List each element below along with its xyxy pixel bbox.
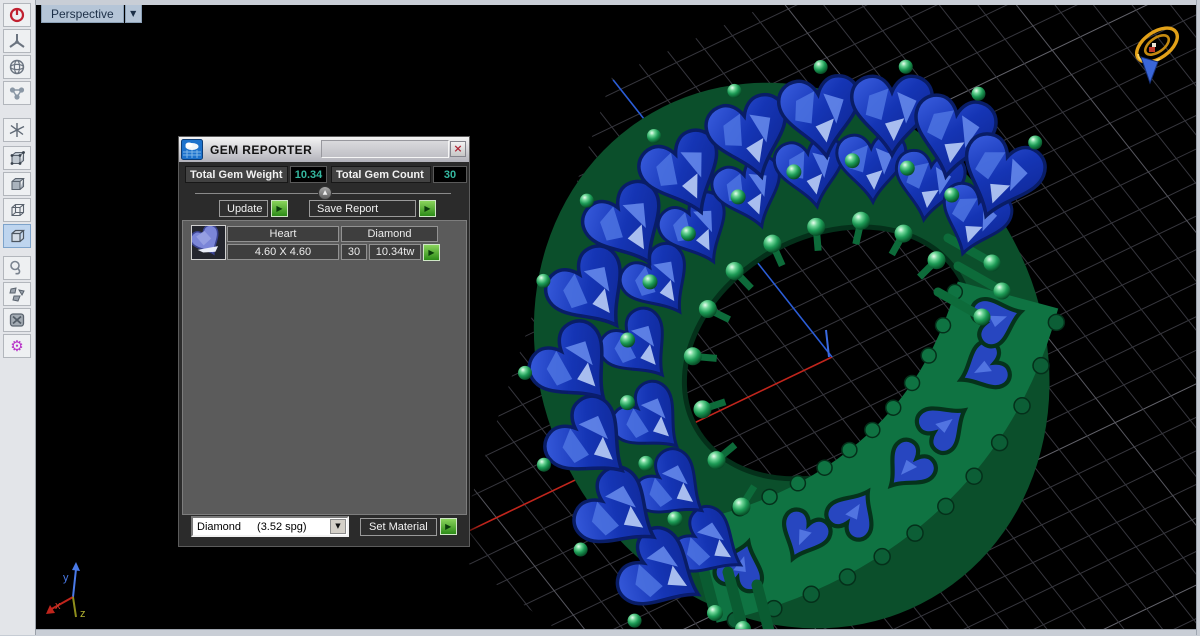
material-dropdown-value: Diamond (197, 520, 242, 533)
gem-material-header: Diamond (341, 226, 438, 242)
save-report-button[interactable]: Save Report (309, 200, 416, 217)
cube-vertices-icon[interactable] (3, 146, 31, 170)
dialog-title: GEM REPORTER (210, 142, 313, 157)
collapse-button[interactable]: ▲ (318, 186, 332, 200)
window-border-top (35, 0, 1196, 5)
viewport-tab: Perspective ▼ (41, 4, 142, 23)
gem-weight-cell: 10.34tw (369, 244, 421, 260)
view-rotation-gizmo[interactable] (1131, 21, 1184, 85)
set-material-button[interactable]: Set Material (360, 517, 437, 536)
close-icon[interactable]: × (450, 141, 466, 157)
material-row: Diamond (3.52 spg) ▼ Set Material ▶ (191, 516, 457, 537)
axis-triad: y x z (46, 562, 86, 620)
orbit-globe-icon[interactable] (3, 55, 31, 79)
gem-reporter-dialog: GEM REPORTER × Total Gem Weight 10.34 To… (178, 136, 470, 547)
gem-size-cell: 4.60 X 4.60 (227, 244, 339, 260)
dialog-title-gripper (321, 140, 449, 158)
axis-label-y: y (63, 572, 69, 584)
gear-icon[interactable]: ⚙ (3, 334, 31, 358)
viewport-title[interactable]: Perspective (41, 4, 124, 23)
gem-shape-header: Heart (227, 226, 339, 242)
gem-totals-row: Total Gem Weight 10.34 Total Gem Count 3… (185, 166, 467, 183)
cube-selected-icon[interactable] (3, 224, 31, 248)
gem-count-cell: 30 (341, 244, 367, 260)
left-toolbar: ⚙ (0, 0, 36, 635)
viewport-menu-dropdown[interactable]: ▼ (124, 4, 142, 23)
total-weight-value: 10.34 (290, 166, 327, 183)
set-material-run-button[interactable]: ▶ (439, 518, 457, 535)
move-axes-icon[interactable] (3, 118, 31, 142)
dialog-actions: Update ▶ Save Report ▶ (219, 200, 436, 217)
axis-label-z: z (80, 608, 86, 620)
power-icon[interactable] (3, 3, 31, 27)
update-button[interactable]: Update (219, 200, 268, 217)
molecule-icon[interactable] (3, 81, 31, 105)
gem-table: Heart Diamond 4.60 X 4.60 30 10.34tw ▶ (227, 226, 440, 263)
total-weight-label: Total Gem Weight (185, 166, 288, 183)
ring-model (518, 59, 1066, 629)
chevron-down-icon[interactable]: ▼ (330, 519, 346, 534)
gem-table-row[interactable]: 4.60 X 4.60 30 10.34tw ▶ (227, 244, 440, 261)
window-border-right (1196, 0, 1200, 635)
total-count-value: 30 (433, 166, 467, 183)
gem-thumbnail[interactable] (187, 221, 228, 262)
cube-shaded-icon[interactable] (3, 172, 31, 196)
axis-label-x: x (55, 600, 61, 612)
material-dropdown-density: (3.52 spg) (257, 520, 307, 533)
propeller-icon[interactable] (3, 29, 31, 53)
checker-close-icon[interactable] (3, 308, 31, 332)
total-count-label: Total Gem Count (331, 166, 431, 183)
gem-reporter-icon (181, 139, 203, 160)
material-dropdown[interactable]: Diamond (3.52 spg) ▼ (191, 516, 349, 537)
update-run-button[interactable]: ▶ (271, 200, 288, 217)
explode-icon[interactable] (3, 282, 31, 306)
save-report-run-button[interactable]: ▶ (419, 200, 436, 217)
gem-list-panel: Heart Diamond 4.60 X 4.60 30 10.34tw ▶ (182, 220, 467, 515)
loupe-icon[interactable] (3, 256, 31, 280)
gem-row-action-button[interactable]: ▶ (423, 244, 440, 261)
cube-wire-icon[interactable] (3, 198, 31, 222)
dialog-titlebar[interactable]: GEM REPORTER × (179, 137, 469, 162)
gem-table-header: Heart Diamond (227, 226, 440, 242)
